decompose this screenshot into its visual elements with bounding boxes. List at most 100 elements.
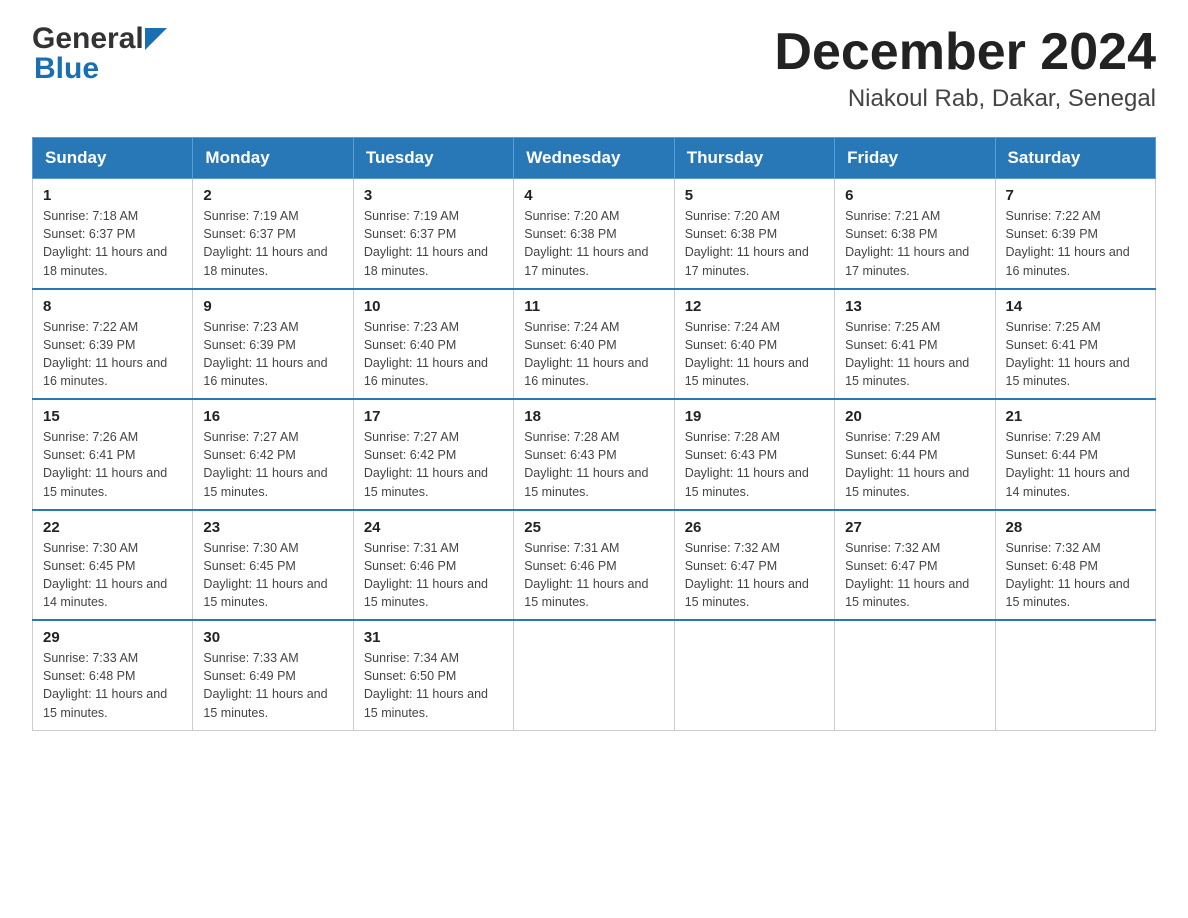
calendar-cell: 9 Sunrise: 7:23 AM Sunset: 6:39 PM Dayli… [193,289,353,400]
sunset-text: Sunset: 6:39 PM [1006,227,1098,241]
day-number: 27 [845,519,984,536]
calendar-cell: 29 Sunrise: 7:33 AM Sunset: 6:48 PM Dayl… [33,620,193,730]
calendar-cell: 30 Sunrise: 7:33 AM Sunset: 6:49 PM Dayl… [193,620,353,730]
sunset-text: Sunset: 6:43 PM [685,448,777,462]
day-info: Sunrise: 7:24 AM Sunset: 6:40 PM Dayligh… [524,318,663,391]
calendar-cell: 5 Sunrise: 7:20 AM Sunset: 6:38 PM Dayli… [674,179,834,289]
daylight-text: Daylight: 11 hours and 17 minutes. [685,245,809,277]
day-header-wednesday: Wednesday [514,138,674,179]
day-info: Sunrise: 7:27 AM Sunset: 6:42 PM Dayligh… [203,428,342,501]
day-info: Sunrise: 7:31 AM Sunset: 6:46 PM Dayligh… [524,539,663,612]
day-info: Sunrise: 7:30 AM Sunset: 6:45 PM Dayligh… [203,539,342,612]
calendar-week-row: 22 Sunrise: 7:30 AM Sunset: 6:45 PM Dayl… [33,510,1156,621]
day-number: 11 [524,298,663,315]
day-number: 12 [685,298,824,315]
daylight-text: Daylight: 11 hours and 15 minutes. [43,466,167,498]
sunset-text: Sunset: 6:46 PM [364,559,456,573]
daylight-text: Daylight: 11 hours and 15 minutes. [524,577,648,609]
sunrise-text: Sunrise: 7:21 AM [845,209,940,223]
calendar-cell: 12 Sunrise: 7:24 AM Sunset: 6:40 PM Dayl… [674,289,834,400]
daylight-text: Daylight: 11 hours and 15 minutes. [364,687,488,719]
daylight-text: Daylight: 11 hours and 16 minutes. [364,356,488,388]
title-block: December 2024 Niakoul Rab, Dakar, Senega… [774,24,1156,113]
sunset-text: Sunset: 6:43 PM [524,448,616,462]
day-number: 24 [364,519,503,536]
sunset-text: Sunset: 6:39 PM [203,338,295,352]
sunset-text: Sunset: 6:48 PM [43,669,135,683]
day-info: Sunrise: 7:28 AM Sunset: 6:43 PM Dayligh… [524,428,663,501]
day-header-friday: Friday [835,138,995,179]
calendar-cell: 20 Sunrise: 7:29 AM Sunset: 6:44 PM Dayl… [835,399,995,510]
day-number: 4 [524,187,663,204]
day-info: Sunrise: 7:20 AM Sunset: 6:38 PM Dayligh… [524,207,663,280]
sunrise-text: Sunrise: 7:23 AM [203,320,298,334]
day-number: 16 [203,408,342,425]
day-info: Sunrise: 7:29 AM Sunset: 6:44 PM Dayligh… [845,428,984,501]
sunset-text: Sunset: 6:45 PM [203,559,295,573]
day-info: Sunrise: 7:24 AM Sunset: 6:40 PM Dayligh… [685,318,824,391]
sunrise-text: Sunrise: 7:18 AM [43,209,138,223]
daylight-text: Daylight: 11 hours and 18 minutes. [203,245,327,277]
sunrise-text: Sunrise: 7:28 AM [524,430,619,444]
daylight-text: Daylight: 11 hours and 15 minutes. [1006,577,1130,609]
calendar-cell: 6 Sunrise: 7:21 AM Sunset: 6:38 PM Dayli… [835,179,995,289]
sunset-text: Sunset: 6:47 PM [685,559,777,573]
sunset-text: Sunset: 6:40 PM [524,338,616,352]
day-header-tuesday: Tuesday [353,138,513,179]
calendar-cell: 22 Sunrise: 7:30 AM Sunset: 6:45 PM Dayl… [33,510,193,621]
sunrise-text: Sunrise: 7:29 AM [1006,430,1101,444]
daylight-text: Daylight: 11 hours and 18 minutes. [364,245,488,277]
daylight-text: Daylight: 11 hours and 15 minutes. [845,356,969,388]
day-number: 15 [43,408,182,425]
sunset-text: Sunset: 6:39 PM [43,338,135,352]
calendar-cell: 15 Sunrise: 7:26 AM Sunset: 6:41 PM Dayl… [33,399,193,510]
day-number: 9 [203,298,342,315]
day-header-sunday: Sunday [33,138,193,179]
daylight-text: Daylight: 11 hours and 15 minutes. [685,466,809,498]
sunset-text: Sunset: 6:41 PM [845,338,937,352]
day-info: Sunrise: 7:33 AM Sunset: 6:48 PM Dayligh… [43,649,182,722]
sunset-text: Sunset: 6:40 PM [685,338,777,352]
logo-blue-text: Blue [32,54,99,84]
day-header-saturday: Saturday [995,138,1155,179]
logo-general-line: General [32,24,167,54]
day-info: Sunrise: 7:19 AM Sunset: 6:37 PM Dayligh… [203,207,342,280]
daylight-text: Daylight: 11 hours and 15 minutes. [203,687,327,719]
daylight-text: Daylight: 11 hours and 15 minutes. [43,687,167,719]
calendar-cell: 31 Sunrise: 7:34 AM Sunset: 6:50 PM Dayl… [353,620,513,730]
calendar-cell: 26 Sunrise: 7:32 AM Sunset: 6:47 PM Dayl… [674,510,834,621]
logo-general-text: General [32,24,144,54]
day-info: Sunrise: 7:29 AM Sunset: 6:44 PM Dayligh… [1006,428,1145,501]
sunrise-text: Sunrise: 7:19 AM [203,209,298,223]
calendar-table: SundayMondayTuesdayWednesdayThursdayFrid… [32,137,1156,731]
sunset-text: Sunset: 6:45 PM [43,559,135,573]
daylight-text: Daylight: 11 hours and 17 minutes. [524,245,648,277]
sunrise-text: Sunrise: 7:32 AM [1006,541,1101,555]
day-header-thursday: Thursday [674,138,834,179]
sunrise-text: Sunrise: 7:20 AM [524,209,619,223]
sunrise-text: Sunrise: 7:33 AM [43,651,138,665]
day-info: Sunrise: 7:22 AM Sunset: 6:39 PM Dayligh… [43,318,182,391]
calendar-cell [514,620,674,730]
sunset-text: Sunset: 6:37 PM [203,227,295,241]
logo: General Blue [32,24,167,84]
sunrise-text: Sunrise: 7:27 AM [364,430,459,444]
calendar-cell: 19 Sunrise: 7:28 AM Sunset: 6:43 PM Dayl… [674,399,834,510]
calendar-header-row: SundayMondayTuesdayWednesdayThursdayFrid… [33,138,1156,179]
day-number: 13 [845,298,984,315]
sunrise-text: Sunrise: 7:31 AM [364,541,459,555]
day-info: Sunrise: 7:33 AM Sunset: 6:49 PM Dayligh… [203,649,342,722]
calendar-cell: 13 Sunrise: 7:25 AM Sunset: 6:41 PM Dayl… [835,289,995,400]
calendar-cell: 24 Sunrise: 7:31 AM Sunset: 6:46 PM Dayl… [353,510,513,621]
calendar-cell [674,620,834,730]
sunset-text: Sunset: 6:38 PM [845,227,937,241]
day-info: Sunrise: 7:32 AM Sunset: 6:47 PM Dayligh… [685,539,824,612]
calendar-cell: 8 Sunrise: 7:22 AM Sunset: 6:39 PM Dayli… [33,289,193,400]
daylight-text: Daylight: 11 hours and 16 minutes. [43,356,167,388]
sunrise-text: Sunrise: 7:33 AM [203,651,298,665]
calendar-cell [995,620,1155,730]
sunrise-text: Sunrise: 7:32 AM [845,541,940,555]
day-number: 18 [524,408,663,425]
sunrise-text: Sunrise: 7:25 AM [1006,320,1101,334]
day-number: 7 [1006,187,1145,204]
